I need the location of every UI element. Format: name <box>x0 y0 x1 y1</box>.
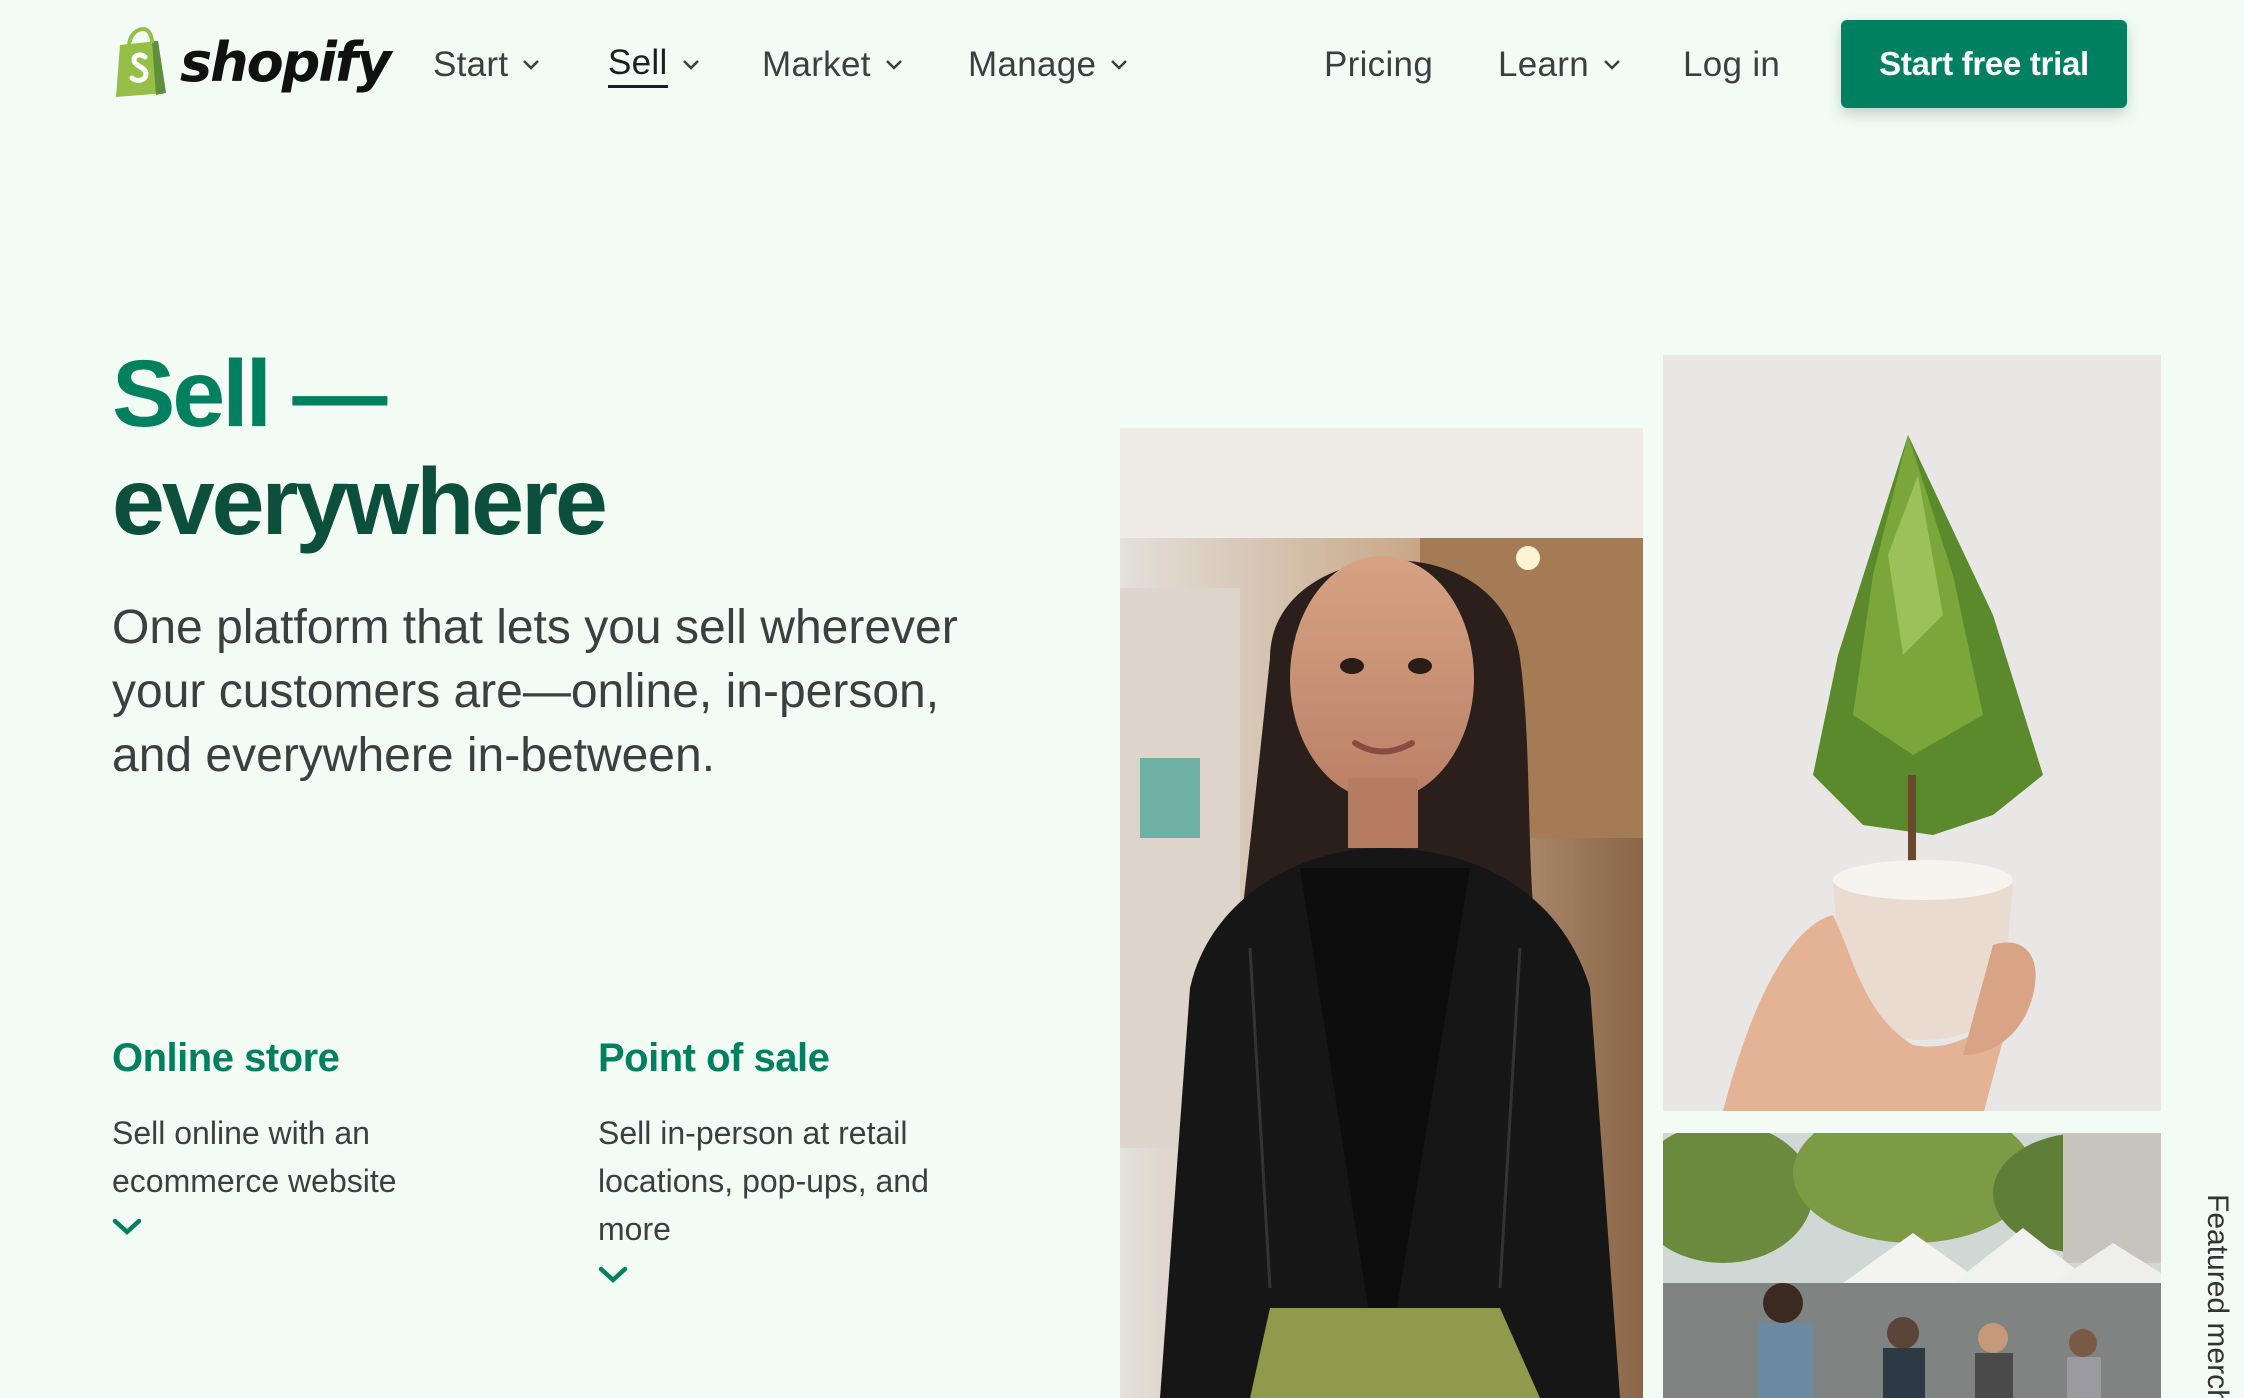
merchant-portrait-photo <box>1120 428 1643 1398</box>
chevron-down-icon[interactable] <box>598 1265 628 1285</box>
feature-description: Sell online with an ecommerce website <box>112 1115 397 1199</box>
hero-title-line1: Sell — <box>112 341 387 447</box>
nav-market[interactable]: Market <box>762 40 903 90</box>
shopping-bag-icon <box>116 27 166 97</box>
brand-wordmark: shopify <box>180 30 392 94</box>
nav-manage[interactable]: Manage <box>968 40 1128 90</box>
featured-merchants-tab[interactable]: Featured mercha <box>2200 1194 2234 1398</box>
feature-online-store: Online store Sell online with an ecommer… <box>112 1036 432 1237</box>
street-market-photo <box>1663 1133 2161 1398</box>
hero-title-line2: everywhere <box>112 449 608 555</box>
nav-manage-label: Manage <box>968 45 1097 84</box>
feature-description: Sell in-person at retail locations, pop-… <box>598 1115 929 1247</box>
chevron-down-icon <box>1604 60 1620 70</box>
nav-learn-label: Learn <box>1498 45 1590 84</box>
chevron-down-icon <box>523 60 540 70</box>
nav-login-label: Log in <box>1683 45 1781 84</box>
chevron-down-icon[interactable] <box>112 1217 142 1237</box>
shopify-logo[interactable]: shopify <box>112 24 392 100</box>
nav-sell-label: Sell <box>608 43 668 88</box>
nav-start-label: Start <box>433 45 509 84</box>
hero-title: Sell — everywhere <box>112 340 608 556</box>
chevron-down-icon <box>885 60 902 70</box>
chevron-down-icon <box>682 60 699 70</box>
nav-learn[interactable]: Learn <box>1498 40 1621 90</box>
nav-pricing-label: Pricing <box>1324 45 1434 84</box>
nav-market-label: Market <box>762 45 871 84</box>
nav-sell[interactable]: Sell <box>608 40 700 90</box>
nav-pricing[interactable]: Pricing <box>1324 40 1433 90</box>
plant-in-hand-photo <box>1663 355 2161 1111</box>
nav-login[interactable]: Log in <box>1683 40 1780 90</box>
chevron-down-icon <box>1111 60 1128 70</box>
hero-subtitle: One platform that lets you sell wherever… <box>112 601 958 782</box>
feature-title[interactable]: Point of sale <box>598 1036 938 1081</box>
start-free-trial-button[interactable]: Start free trial <box>1841 20 2127 108</box>
nav-start[interactable]: Start <box>433 40 540 90</box>
feature-title[interactable]: Online store <box>112 1036 432 1081</box>
feature-point-of-sale: Point of sale Sell in-person at retail l… <box>598 1036 938 1285</box>
top-navigation: shopify Start Sell Market Manage Pricing… <box>0 0 2244 130</box>
